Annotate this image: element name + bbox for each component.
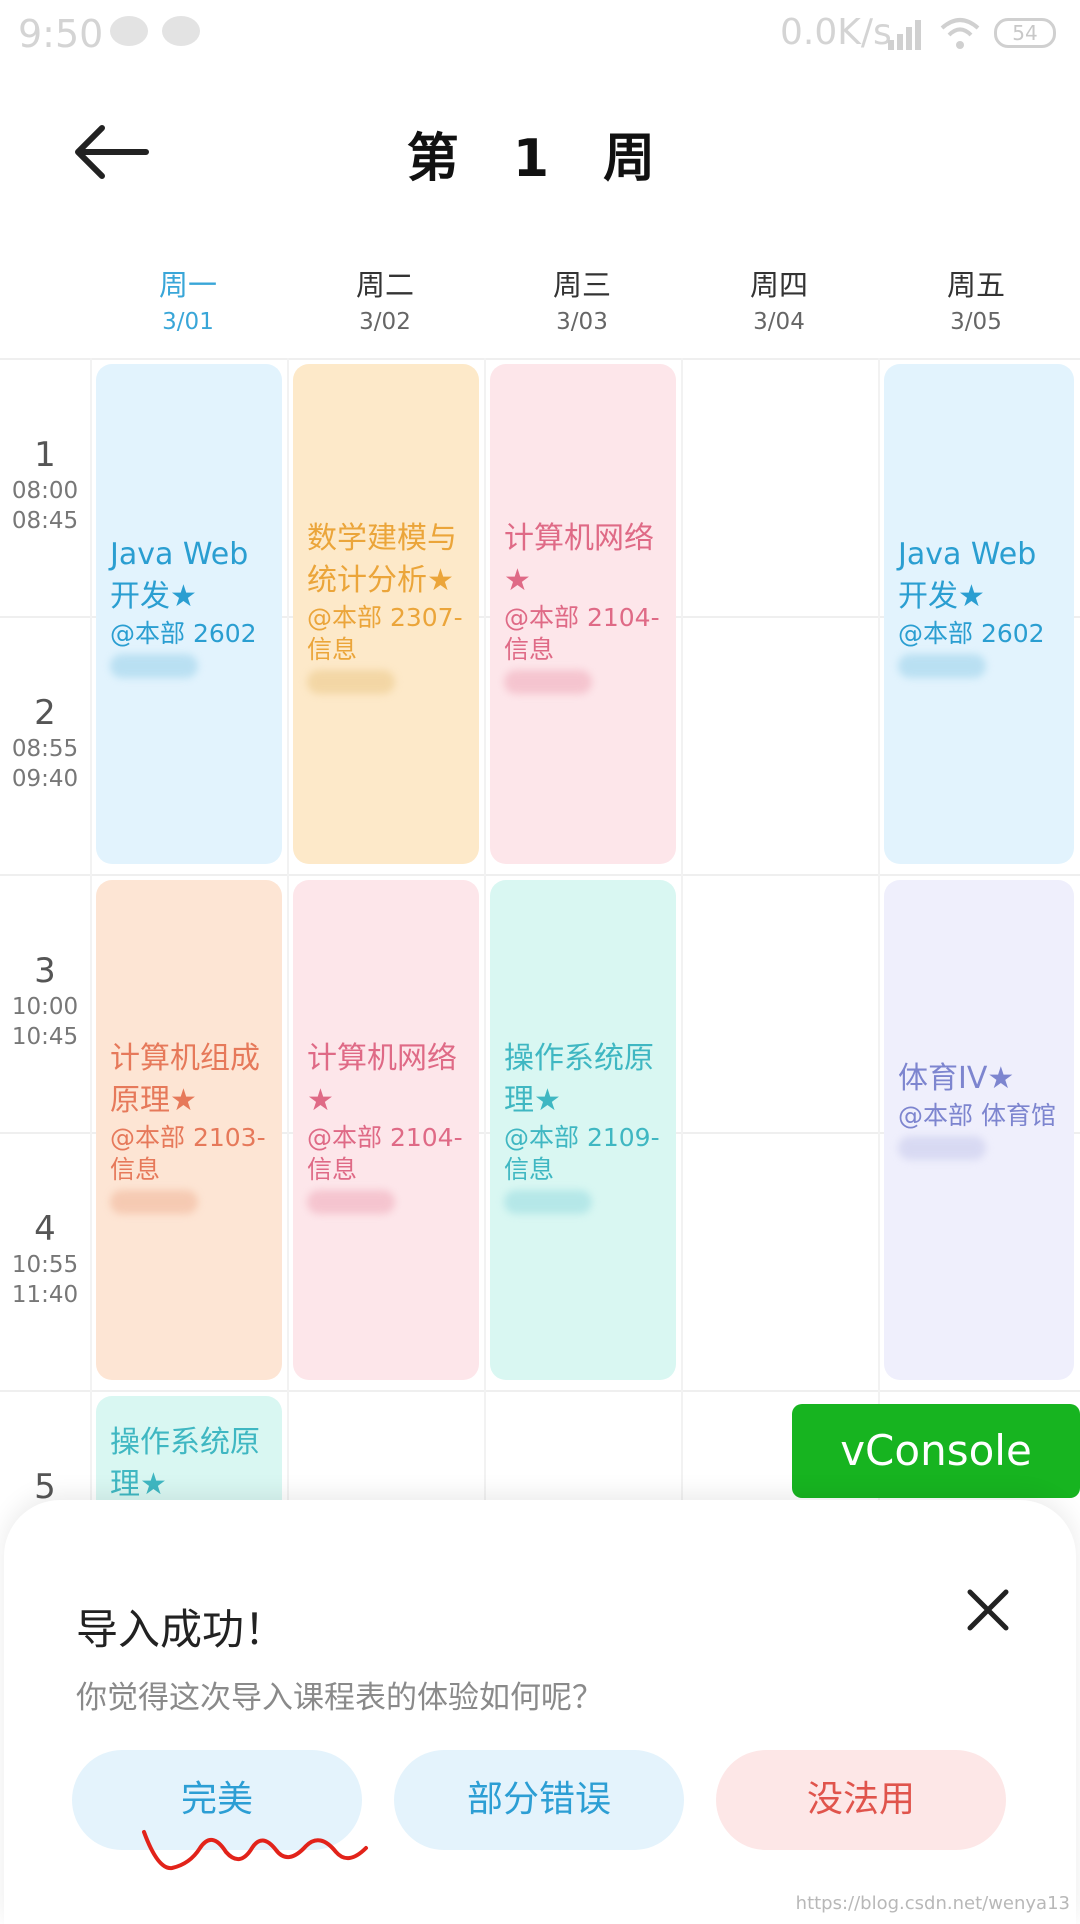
course-name: 计算机组成原理★: [110, 1041, 260, 1118]
period-end: 10:45: [11, 1024, 79, 1050]
grid-line: [90, 358, 92, 1508]
period-start: 10:00: [11, 994, 79, 1020]
period-start: 08:00: [11, 478, 79, 504]
grid-line: [0, 874, 1080, 876]
redacted-teacher: [307, 1190, 395, 1214]
day-date: 3/02: [359, 309, 411, 335]
status-bar: 9:50 0.0K/s 54: [0, 0, 1080, 72]
day-header-wed[interactable]: 周三 3/03: [484, 265, 680, 339]
period-start: 08:55: [11, 736, 79, 762]
period-end: 11:40: [11, 1282, 79, 1308]
course-room: @本部 2104-信息: [504, 603, 660, 664]
course-name: 体育IV★: [898, 1061, 1015, 1096]
redacted-teacher: [898, 1136, 986, 1160]
redacted-teacher: [110, 1190, 198, 1214]
course-room: @本部 2109-信息: [504, 1123, 660, 1184]
status-time: 9:50: [18, 12, 104, 56]
grid-line: [484, 358, 486, 1508]
day-date: 3/04: [753, 309, 805, 335]
redacted-teacher: [898, 654, 986, 678]
sheet-title: 导入成功！: [76, 1605, 287, 1654]
close-icon[interactable]: [966, 1588, 1010, 1632]
course-card-fri-java-web[interactable]: Java Web开发★ @本部 2602: [884, 364, 1074, 864]
period-number: 4: [34, 1209, 56, 1249]
period-end: 08:45: [11, 508, 79, 534]
vconsole-button[interactable]: vConsole: [792, 1404, 1080, 1498]
period-4: 4 10:55 11:40: [0, 1208, 90, 1310]
day-date: 3/03: [556, 309, 608, 335]
day-name: 周四: [749, 268, 808, 302]
course-room: @本部 2103-信息: [110, 1123, 266, 1184]
wifi-icon: [940, 18, 980, 49]
course-card-tue-network[interactable]: 计算机网络★ @本部 2104-信息: [293, 880, 479, 1380]
course-name: Java Web开发★: [110, 537, 249, 614]
period-end: 09:40: [11, 766, 79, 792]
day-date: 3/01: [162, 309, 214, 335]
period-2: 2 08:55 09:40: [0, 692, 90, 794]
grid-line: [878, 358, 880, 1508]
course-name: 计算机网络★: [307, 1041, 457, 1118]
period-start: 10:55: [11, 1252, 79, 1278]
course-name: 数学建模与统计分析★: [307, 521, 457, 598]
redacted-teacher: [307, 670, 395, 694]
course-name: 操作系统原理★: [504, 1041, 654, 1118]
period-number: 1: [34, 435, 56, 475]
course-name: Java Web开发★: [898, 537, 1037, 614]
period-number: 3: [34, 951, 56, 991]
sheet-subtitle: 你觉得这次导入课程表的体验如何呢？: [76, 1680, 603, 1716]
page-title: 第 1 周: [406, 129, 674, 189]
unusable-button[interactable]: 没法用: [716, 1750, 1006, 1850]
period-1: 1 08:00 08:45: [0, 434, 90, 536]
redacted-teacher: [110, 654, 198, 678]
course-card-mon-java-web[interactable]: Java Web开发★ @本部 2602: [96, 364, 282, 864]
day-date: 3/05: [950, 309, 1002, 335]
grid-line: [0, 358, 1080, 360]
day-header-fri[interactable]: 周五 3/05: [878, 265, 1074, 339]
redacted-teacher: [504, 1190, 592, 1214]
day-header-thu[interactable]: 周四 3/04: [681, 265, 877, 339]
partial-error-button[interactable]: 部分错误: [394, 1750, 684, 1850]
course-card-tue-math-modeling[interactable]: 数学建模与统计分析★ @本部 2307-信息: [293, 364, 479, 864]
course-card-wed-network[interactable]: 计算机网络★ @本部 2104-信息: [490, 364, 676, 864]
period-number: 2: [34, 693, 56, 733]
course-room: @本部 2602: [898, 619, 1045, 648]
signal-icon: [888, 20, 926, 50]
watermark: https://blog.csdn.net/wenya13: [795, 1893, 1070, 1914]
wechat-icon: [110, 16, 148, 46]
day-header-mon[interactable]: 周一 3/01: [90, 265, 286, 339]
course-name: 操作系统原理★: [110, 1425, 260, 1502]
day-name: 周五: [946, 268, 1005, 302]
redacted-teacher: [504, 670, 592, 694]
course-room: @本部 2602: [110, 619, 257, 648]
battery-icon: 54: [994, 18, 1056, 48]
red-scribble-annotation: [142, 1830, 368, 1871]
wechat-icon: [162, 16, 200, 46]
period-3: 3 10:00 10:45: [0, 950, 90, 1052]
day-name: 周二: [355, 268, 414, 302]
day-header-tue[interactable]: 周二 3/02: [287, 265, 483, 339]
network-speed: 0.0K/s: [780, 12, 892, 53]
course-room: @本部 2104-信息: [307, 1123, 463, 1184]
course-room: @本部 2307-信息: [307, 603, 463, 664]
day-name: 周一: [158, 268, 217, 302]
course-card-fri-pe[interactable]: 体育IV★ @本部 体育馆: [884, 880, 1074, 1380]
grid-line: [287, 358, 289, 1508]
course-card-wed-os[interactable]: 操作系统原理★ @本部 2109-信息: [490, 880, 676, 1380]
grid-line: [0, 1390, 1080, 1392]
course-name: 计算机网络★: [504, 521, 654, 598]
course-room: @本部 体育馆: [898, 1101, 1056, 1130]
grid-line: [681, 358, 683, 1508]
day-name: 周三: [552, 268, 611, 302]
course-card-mon-computer-org[interactable]: 计算机组成原理★ @本部 2103-信息: [96, 880, 282, 1380]
